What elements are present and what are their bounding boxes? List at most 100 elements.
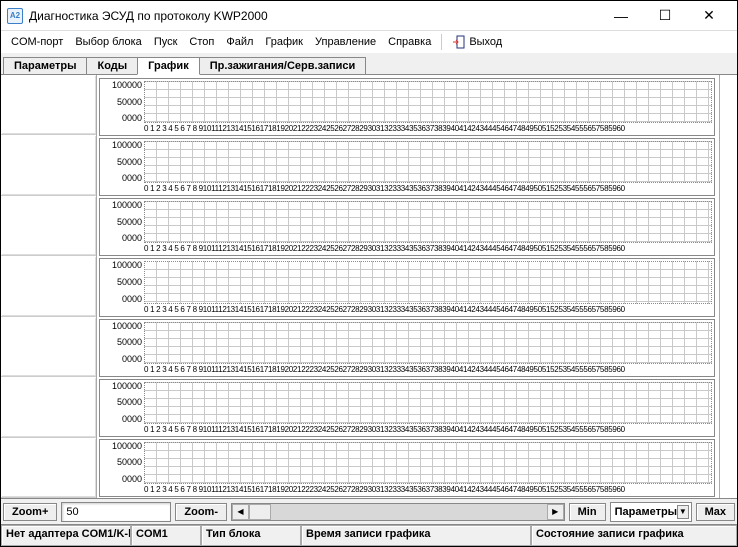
y-tick-label: 100000	[112, 200, 142, 210]
zoom-row: Zoom+ Zoom- ◀ ▶ Min Параметры ▼ Max	[1, 498, 737, 524]
y-tick-label: 0000	[122, 474, 142, 484]
x-axis: 0 1 2 3 4 5 6 7 8 9101112131415161718192…	[144, 124, 714, 135]
menu-comport[interactable]: COM-порт	[5, 34, 69, 50]
app-icon: A2	[7, 8, 23, 24]
close-button[interactable]: ✕	[687, 2, 731, 30]
window-title: Диагностика ЭСУД по протоколу KWP2000	[29, 9, 599, 23]
tab-parameters[interactable]: Параметры	[3, 57, 87, 74]
plot-grid	[144, 442, 712, 484]
scroll-right-button[interactable]: ▶	[547, 504, 564, 520]
x-axis: 0 1 2 3 4 5 6 7 8 9101112131415161718192…	[144, 305, 714, 316]
status-adapter: Нет адаптера COM1/K-line	[1, 525, 131, 546]
titlebar: A2 Диагностика ЭСУД по протоколу KWP2000…	[1, 1, 737, 31]
chart-label-cell	[1, 196, 96, 256]
chart-label-cell	[1, 256, 96, 316]
content: 1000005000000000 1 2 3 4 5 6 7 8 9101112…	[1, 75, 737, 546]
y-tick-label: 100000	[112, 381, 142, 391]
plot-grid	[144, 81, 712, 123]
zoom-in-button[interactable]: Zoom+	[3, 503, 57, 521]
plot-grid	[144, 141, 712, 183]
y-tick-label: 100000	[112, 80, 142, 90]
y-tick-label: 50000	[117, 397, 142, 407]
scroll-left-button[interactable]: ◀	[232, 504, 249, 520]
menu-exit-label: Выход	[469, 36, 502, 48]
menu-separator	[441, 34, 442, 50]
tab-chart[interactable]: График	[137, 57, 200, 75]
y-axis: 100000500000000	[100, 320, 144, 376]
chart-left-column	[1, 75, 97, 498]
plot-area[interactable]: 0 1 2 3 4 5 6 7 8 9101112131415161718192…	[144, 79, 714, 135]
y-axis: 100000500000000	[100, 79, 144, 135]
chart-panel: 1000005000000000 1 2 3 4 5 6 7 8 9101112…	[99, 78, 715, 136]
x-axis: 0 1 2 3 4 5 6 7 8 9101112131415161718192…	[144, 244, 714, 255]
status-port: COM1	[131, 525, 201, 546]
x-axis: 0 1 2 3 4 5 6 7 8 9101112131415161718192…	[144, 365, 714, 376]
plot-area[interactable]: 0 1 2 3 4 5 6 7 8 9101112131415161718192…	[144, 380, 714, 436]
horizontal-scrollbar[interactable]: ◀ ▶	[231, 503, 565, 521]
chart-panel: 100000 50000 00000 1 2 3 4 5 6 7 8 9101112…	[99, 379, 715, 437]
chart-label-cell	[1, 75, 96, 135]
y-tick-label: 50000	[117, 457, 142, 467]
chart-label-cell	[1, 317, 96, 377]
y-tick-label: 100000	[112, 140, 142, 150]
chart-label-cell	[1, 438, 96, 498]
plot-grid	[144, 261, 712, 303]
x-axis: 0 1 2 3 4 5 6 7 8 9101112131415161718192…	[144, 184, 714, 195]
y-axis: 100000 50000 0000	[100, 259, 144, 315]
parameter-combo[interactable]: Параметры ▼	[610, 502, 692, 522]
charts-container: 1000005000000000 1 2 3 4 5 6 7 8 9101112…	[97, 75, 719, 498]
chevron-down-icon: ▼	[677, 505, 689, 519]
plot-area[interactable]: 0 1 2 3 4 5 6 7 8 9101112131415161718192…	[144, 139, 714, 195]
y-tick-label: 100000	[112, 260, 142, 270]
plot-grid	[144, 322, 712, 364]
zoom-out-button[interactable]: Zoom-	[175, 503, 227, 521]
menu-chart[interactable]: График	[259, 34, 309, 50]
chart-label-cell	[1, 135, 96, 195]
menu-select-block[interactable]: Выбор блока	[69, 34, 147, 50]
scroll-track[interactable]	[249, 504, 547, 520]
x-axis: 0 1 2 3 4 5 6 7 8 9101112131415161718192…	[144, 425, 714, 436]
y-tick-label: 50000	[117, 217, 142, 227]
plot-grid	[144, 382, 712, 424]
y-axis: 100000 50000 0000	[100, 380, 144, 436]
status-recstate: Состояние записи графика	[531, 525, 737, 546]
y-tick-label: 50000	[117, 157, 142, 167]
y-axis: 100000 50000 0000	[100, 440, 144, 496]
min-button[interactable]: Min	[569, 503, 606, 521]
y-tick-label: 50000	[117, 277, 142, 287]
y-tick-label: 100000	[112, 441, 142, 451]
statusbar: Нет адаптера COM1/K-line COM1 Тип блока …	[1, 524, 737, 546]
y-tick-label: 0000	[122, 233, 142, 243]
maximize-button[interactable]: ☐	[643, 2, 687, 30]
menu-exit[interactable]: Выход	[446, 33, 508, 51]
chart-label-cell	[1, 377, 96, 437]
tab-codes[interactable]: Коды	[86, 57, 138, 74]
zoom-input[interactable]	[61, 502, 171, 522]
scroll-thumb[interactable]	[249, 504, 271, 520]
x-axis: 0 1 2 3 4 5 6 7 8 9101112131415161718192…	[144, 485, 714, 496]
menu-control[interactable]: Управление	[309, 34, 382, 50]
tabbar: Параметры Коды График Пр.зажигания/Серв.…	[1, 53, 737, 75]
minimize-button[interactable]: —	[599, 2, 643, 30]
tab-ignition[interactable]: Пр.зажигания/Серв.записи	[199, 57, 367, 74]
chart-panel: 1000005000000000 1 2 3 4 5 6 7 8 9101112…	[99, 319, 715, 377]
plot-area[interactable]: 0 1 2 3 4 5 6 7 8 9101112131415161718192…	[144, 320, 714, 376]
y-tick-label: 0000	[122, 173, 142, 183]
menu-start[interactable]: Пуск	[148, 34, 184, 50]
menu-help[interactable]: Справка	[382, 34, 437, 50]
chart-panel: 100000 50000 00000 1 2 3 4 5 6 7 8 9101112…	[99, 439, 715, 497]
plot-grid	[144, 201, 712, 243]
plot-area[interactable]: 0 1 2 3 4 5 6 7 8 9101112131415161718192…	[144, 199, 714, 255]
menu-file[interactable]: Файл	[220, 34, 259, 50]
y-tick-label: 0000	[122, 414, 142, 424]
max-button[interactable]: Max	[696, 503, 735, 521]
y-tick-label: 0000	[122, 294, 142, 304]
y-tick-label: 50000	[117, 337, 142, 347]
menu-stop[interactable]: Стоп	[183, 34, 220, 50]
menubar: COM-порт Выбор блока Пуск Стоп Файл Граф…	[1, 31, 737, 53]
y-axis: 100000 50000 0000	[100, 139, 144, 195]
y-tick-label: 50000	[117, 97, 142, 107]
plot-area[interactable]: 0 1 2 3 4 5 6 7 8 9101112131415161718192…	[144, 440, 714, 496]
y-axis: 100000 50000 0000	[100, 199, 144, 255]
plot-area[interactable]: 0 1 2 3 4 5 6 7 8 9101112131415161718192…	[144, 259, 714, 315]
